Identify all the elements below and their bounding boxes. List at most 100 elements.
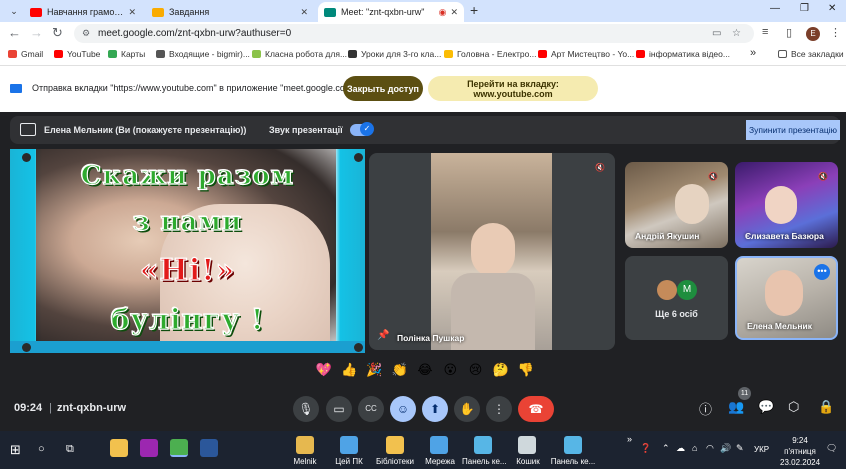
bookmark-star-icon[interactable]: ☆ — [732, 24, 741, 43]
participant-name: Андрій Якушин — [635, 231, 700, 241]
presentation-audio-toggle[interactable]: ✓ — [350, 122, 374, 136]
maximize-button[interactable]: ❐ — [800, 3, 809, 14]
minimize-button[interactable]: — — [770, 3, 780, 14]
tab-search-icon[interactable]: ⌄ — [6, 3, 22, 19]
profile-avatar[interactable]: E — [806, 27, 820, 41]
stop-presenting-button[interactable]: Зупинити презентацію — [746, 120, 840, 140]
show-hidden-icons[interactable]: ⌃ — [662, 443, 670, 454]
side-panel-icon[interactable]: ▯ — [786, 26, 792, 39]
bookmark-gmail[interactable]: Gmail — [8, 49, 43, 59]
bookmark-lessons[interactable]: Уроки для 3-го кла... — [348, 49, 441, 59]
bookmark-maps[interactable]: Карты — [108, 49, 145, 59]
close-tab-icon[interactable]: ✕ — [300, 7, 308, 18]
control-panel-icon[interactable] — [474, 436, 492, 454]
forward-arrow-icon[interactable]: → — [30, 25, 43, 41]
help-icon[interactable]: ❓ — [640, 443, 651, 454]
bookmark-label: Головна - Електро... — [457, 49, 537, 59]
youtube-icon — [54, 50, 63, 58]
browser-tab-2[interactable]: Завдання ✕ — [146, 2, 314, 22]
camera-button[interactable]: ▭ — [326, 396, 352, 422]
volume-icon[interactable]: 🔊 — [720, 443, 731, 454]
this-pc-icon[interactable] — [340, 436, 358, 454]
reaction-thumbs-down[interactable]: 👎 — [515, 359, 537, 381]
stop-sharing-button[interactable]: Закрыть доступ — [343, 76, 423, 101]
desktop-app-melnik-icon[interactable] — [296, 436, 314, 454]
media-control-icon[interactable]: ≡ — [762, 26, 768, 38]
libraries-icon[interactable] — [386, 436, 404, 454]
onedrive-icon[interactable]: ☁ — [676, 443, 685, 454]
bookmark-classwork[interactable]: Класна робота для... — [252, 49, 347, 59]
recycle-bin-icon[interactable] — [518, 436, 536, 454]
activities-icon[interactable]: ⬡ — [788, 399, 799, 415]
more-options-button[interactable]: ⋮ — [486, 396, 512, 422]
leave-call-button[interactable]: ☎ — [518, 396, 554, 422]
reaction-heart[interactable]: 💖 — [313, 359, 335, 381]
browser-menu-icon[interactable]: ⋮ — [830, 26, 841, 39]
bookmark-informatics[interactable]: інформатика відео... — [636, 49, 730, 59]
all-bookmarks[interactable]: Все закладки — [778, 49, 844, 59]
people-icon[interactable]: 👥 — [728, 399, 744, 415]
file-explorer-icon[interactable] — [110, 439, 128, 457]
reaction-thumbs-up[interactable]: 👍 — [338, 359, 360, 381]
cast-icon[interactable]: ▭ — [712, 24, 721, 43]
bookmarks-overflow-icon[interactable]: » — [750, 47, 756, 59]
pin-icon[interactable]: 📌 — [377, 330, 389, 341]
close-window-button[interactable]: ✕ — [828, 3, 836, 14]
participant-tile-self[interactable]: ••• Елена Мельник — [735, 256, 838, 340]
participant-tile-main[interactable]: 🔇 📌 Полінка Пушкар — [369, 153, 615, 350]
reload-icon[interactable]: ↻ — [52, 25, 63, 41]
youtube-favicon-icon — [30, 7, 42, 17]
word-icon[interactable] — [200, 439, 218, 457]
close-tab-icon[interactable]: ✕ — [128, 7, 136, 18]
chrome-icon[interactable] — [170, 439, 188, 457]
tab-title: Навчання грамоти. Велик — [47, 7, 125, 17]
network-icon[interactable] — [430, 436, 448, 454]
windows-start-icon[interactable]: ⊞ — [10, 442, 21, 458]
bookmark-youtube[interactable]: YouTube — [54, 49, 100, 59]
reaction-party[interactable]: 🎉 — [364, 359, 386, 381]
participant-tile-yelyzaveta[interactable]: 🔇 Єлизавета Базюра — [735, 162, 838, 248]
bookmark-art[interactable]: Арт Мистецтво - Yo... — [538, 49, 634, 59]
participant-name: Елена Мельник — [747, 321, 812, 331]
browser-tab-1[interactable]: Навчання грамоти. Велик ✕ — [24, 2, 142, 22]
slide-text-line-2: з нами — [132, 206, 243, 237]
go-to-tab-button[interactable]: Перейти на вкладку: www.youtube.com — [428, 76, 598, 101]
site-info-icon[interactable]: ⚙ — [82, 24, 90, 43]
reaction-thinking[interactable]: 🤔 — [490, 359, 512, 381]
microphone-button[interactable]: 🎙 — [293, 396, 319, 422]
bookmark-bigmir[interactable]: Входящие - bigmir)... — [156, 49, 250, 59]
reaction-sad[interactable]: 😢 — [465, 359, 487, 381]
close-tab-icon[interactable]: ✕ — [450, 7, 458, 18]
participant-tile-andrii[interactable]: 🔇 Андрій Якушин — [625, 162, 728, 248]
chat-icon[interactable]: 💬 — [758, 399, 774, 415]
clock-day: п'ятниця — [784, 447, 816, 456]
search-icon[interactable]: ○ — [38, 443, 45, 455]
back-arrow-icon[interactable]: ← — [8, 25, 21, 41]
language-indicator[interactable]: УКР — [754, 445, 769, 454]
browser-tab-3-active[interactable]: Meet: "znt-qxbn-urw" ◉ ✕ — [318, 2, 464, 22]
host-controls-icon[interactable]: 🔒 — [818, 399, 834, 415]
more-options-icon[interactable]: ••• — [814, 264, 830, 280]
present-button[interactable]: ⬆ — [422, 396, 448, 422]
system-clock[interactable]: 9:24 п'ятниця 23.02.2024 — [780, 435, 820, 468]
reaction-laugh[interactable]: 😂 — [414, 359, 436, 381]
notifications-icon[interactable]: 🗨 — [826, 443, 837, 454]
address-bar[interactable]: ⚙ meet.google.com/znt-qxbn-urw?authuser=… — [74, 24, 754, 43]
emoji-button[interactable]: ☺ — [390, 396, 416, 422]
bookmark-main[interactable]: Головна - Електро... — [444, 49, 536, 59]
task-view-icon[interactable]: ⧉ — [66, 443, 74, 456]
raise-hand-button[interactable]: ✋ — [454, 396, 480, 422]
separator: | — [49, 402, 52, 414]
pen-icon[interactable]: ✎ — [736, 443, 744, 454]
captions-button[interactable]: CC — [358, 396, 384, 422]
reaction-clap[interactable]: 👏 — [389, 359, 411, 381]
control-panel-2-icon[interactable] — [564, 436, 582, 454]
others-tile[interactable]: M Ще 6 осіб — [625, 256, 728, 340]
taskbar-overflow-icon[interactable]: » — [627, 434, 632, 444]
reaction-surprised[interactable]: 😮 — [439, 359, 461, 381]
viber-icon[interactable] — [140, 439, 158, 457]
network-tray-icon[interactable]: ⌂ — [692, 443, 697, 453]
wifi-icon[interactable]: ◠ — [706, 443, 714, 454]
new-tab-button[interactable]: + — [470, 2, 478, 18]
meeting-info-icon[interactable]: ⓘ — [699, 399, 712, 418]
